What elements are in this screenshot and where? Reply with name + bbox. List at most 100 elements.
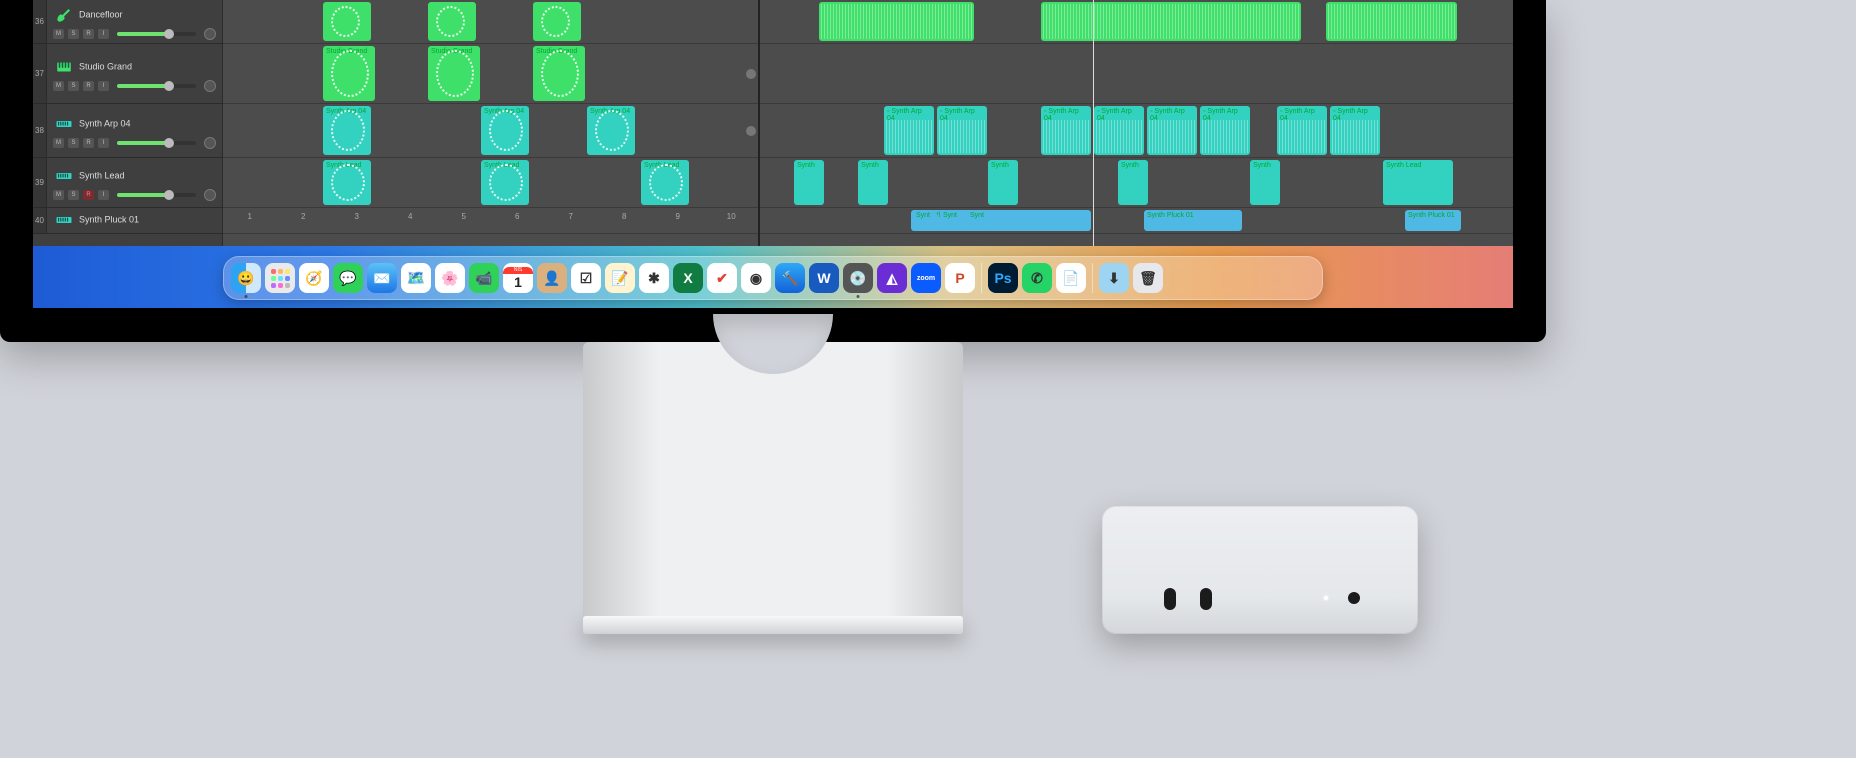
dock-xcode[interactable]: 🔨 xyxy=(775,263,805,293)
arrange-lane[interactable] xyxy=(223,0,1513,44)
region-clip[interactable]: Studio Grand xyxy=(323,46,375,101)
track-header-37[interactable]: 37Studio GrandMSRI xyxy=(33,44,222,104)
track-header-38[interactable]: 38Synth Arp 04MSRI xyxy=(33,104,222,158)
record-button[interactable]: R xyxy=(83,190,94,200)
region-clip[interactable] xyxy=(819,2,974,41)
region-clip[interactable] xyxy=(1041,2,1301,41)
dock-reminders[interactable]: ☑︎ xyxy=(571,263,601,293)
mute-button[interactable]: M xyxy=(53,81,64,91)
dock-messages[interactable]: 💬 xyxy=(333,263,363,293)
volume-slider[interactable] xyxy=(117,32,196,36)
dock-contacts[interactable]: 👤 xyxy=(537,263,567,293)
volume-slider[interactable] xyxy=(117,84,196,88)
solo-button[interactable]: S xyxy=(68,29,79,39)
dock-excel[interactable]: X xyxy=(673,263,703,293)
pan-knob[interactable] xyxy=(204,80,216,92)
track-header-36[interactable]: 36DancefloorMSRI xyxy=(33,0,222,44)
link-icon[interactable] xyxy=(746,126,756,136)
dock-todoist[interactable]: ✔︎ xyxy=(707,263,737,293)
dock-mail[interactable]: ✉️ xyxy=(367,263,397,293)
region-clip[interactable]: Synth Lead xyxy=(1383,160,1453,205)
input-button[interactable]: I xyxy=(98,138,109,148)
dock-notes[interactable]: 📝 xyxy=(605,263,635,293)
region-clip[interactable]: Synth Pluck 01 xyxy=(911,210,1091,231)
region-clip[interactable]: ◦ Synth Arp 04 xyxy=(1200,106,1250,155)
region-clip[interactable] xyxy=(533,2,581,41)
solo-button[interactable]: S xyxy=(68,138,79,148)
dock-photos[interactable]: 🌸 xyxy=(435,263,465,293)
pan-knob[interactable] xyxy=(204,189,216,201)
dock-slack[interactable]: ✱ xyxy=(639,263,669,293)
region-clip[interactable] xyxy=(428,2,476,41)
link-icon[interactable] xyxy=(746,69,756,79)
record-button[interactable]: R xyxy=(83,81,94,91)
solo-button[interactable]: S xyxy=(68,190,79,200)
dock-whatsapp[interactable]: ✆ xyxy=(1022,263,1052,293)
region-clip[interactable]: ◦ Synth Arp 04 xyxy=(1277,106,1327,155)
input-button[interactable]: I xyxy=(98,190,109,200)
dock-finder[interactable]: 😀 xyxy=(231,263,261,293)
region-clip[interactable] xyxy=(1407,2,1457,41)
solo-button[interactable]: S xyxy=(68,81,79,91)
dock-affinity[interactable]: ◭ xyxy=(877,263,907,293)
region-clip[interactable]: Synt xyxy=(967,210,991,231)
track-header-39[interactable]: 39Synth LeadMSRI xyxy=(33,158,222,208)
region-clip[interactable]: Synth xyxy=(794,160,824,205)
region-clip[interactable]: Synth Arp 04 xyxy=(323,106,371,155)
region-clip[interactable]: Studio Grand xyxy=(428,46,480,101)
input-button[interactable]: I xyxy=(98,81,109,91)
volume-slider[interactable] xyxy=(117,193,196,197)
record-button[interactable]: R xyxy=(83,138,94,148)
region-clip[interactable]: ◦ Synth Arp 04 xyxy=(1330,106,1380,155)
dock-photoshop[interactable]: Ps xyxy=(988,263,1018,293)
dock-downloads[interactable]: ⬇︎ xyxy=(1099,263,1129,293)
input-button[interactable]: I xyxy=(98,29,109,39)
playhead[interactable] xyxy=(1093,0,1094,252)
dock-zoom[interactable]: zoom xyxy=(911,263,941,293)
region-clip[interactable]: Synth xyxy=(858,160,888,205)
dock-facetime[interactable]: 📹 xyxy=(469,263,499,293)
pan-knob[interactable] xyxy=(204,28,216,40)
region-clip[interactable]: ◦ Synth Arp 04 xyxy=(1147,106,1197,155)
region-clip[interactable]: Synth Pluck 01 xyxy=(1144,210,1242,231)
region-clip[interactable]: Synth Arp 04 xyxy=(587,106,635,155)
dock-calendar[interactable]: NİS1 xyxy=(503,263,533,293)
volume-slider[interactable] xyxy=(117,141,196,145)
arrange-lane[interactable]: Synth Lead Synth Lead Synth Lead Synth Synth… xyxy=(223,158,1513,208)
mute-button[interactable]: M xyxy=(53,190,64,200)
mute-button[interactable]: M xyxy=(53,138,64,148)
arrange-lane[interactable]: Studio Grand Studio Grand Studio Grand xyxy=(223,44,1513,104)
region-clip[interactable]: Synth Lead xyxy=(641,160,689,205)
region-clip[interactable]: Synth Lead xyxy=(323,160,371,205)
region-clip[interactable]: ◦ Synth Arp 04 xyxy=(1094,106,1144,155)
dock-safari[interactable]: 🧭 xyxy=(299,263,329,293)
arrange-area[interactable]: Studio GrandStudio GrandStudio GrandSynt… xyxy=(223,0,1513,252)
mute-button[interactable]: M xyxy=(53,29,64,39)
dock-trash[interactable]: 🗑 xyxy=(1133,263,1163,293)
region-clip[interactable]: Synt xyxy=(913,210,937,231)
arrange-lane[interactable]: Synth Arp 04 Synth Arp 04 Synth Arp 04 ◦ Sy… xyxy=(223,104,1513,158)
region-clip[interactable]: Synth xyxy=(1250,160,1280,205)
region-clip[interactable]: Synt xyxy=(940,210,964,231)
dock-chrome[interactable]: ◉ xyxy=(741,263,771,293)
region-clip[interactable]: Synth xyxy=(988,160,1018,205)
region-clip[interactable]: Synth Pluck 01 xyxy=(1405,210,1461,231)
region-clip[interactable] xyxy=(323,2,371,41)
region-clip[interactable]: ◦ Synth Arp 04 xyxy=(937,106,987,155)
track-header-40[interactable]: 40Synth Pluck 01 xyxy=(33,208,222,234)
region-clip[interactable]: Synth xyxy=(1118,160,1148,205)
region-clip[interactable]: Studio Grand xyxy=(533,46,585,101)
region-clip[interactable]: ◦ Synth Arp 04 xyxy=(1041,106,1091,155)
region-clip[interactable]: Synth Lead xyxy=(481,160,529,205)
dock-powerpoint[interactable]: P xyxy=(945,263,975,293)
pan-knob[interactable] xyxy=(204,137,216,149)
dock-googledocs[interactable]: 📄 xyxy=(1056,263,1086,293)
bar-ruler: 12345678910 xyxy=(223,212,758,228)
dock-diskutil[interactable]: 💿 xyxy=(843,263,873,293)
dock-maps[interactable]: 🗺️ xyxy=(401,263,431,293)
dock-word[interactable]: W xyxy=(809,263,839,293)
region-clip[interactable]: Synth Arp 04 xyxy=(481,106,529,155)
region-clip[interactable]: ◦ Synth Arp 04 xyxy=(884,106,934,155)
dock-launchpad[interactable] xyxy=(265,263,295,293)
record-button[interactable]: R xyxy=(83,29,94,39)
